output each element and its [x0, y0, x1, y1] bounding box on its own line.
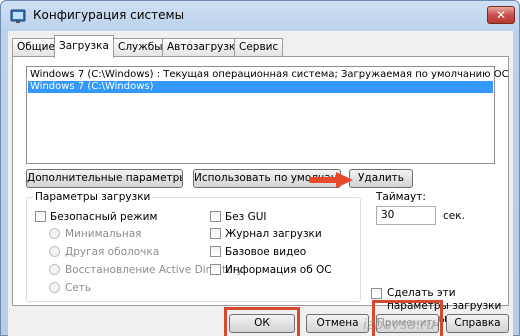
delete-button[interactable]: Удалить [349, 169, 413, 188]
watermark-text: izbavsa.ru [363, 317, 435, 333]
msconfig-app-icon [10, 9, 26, 23]
base-video-label: Базовое видео [225, 246, 307, 258]
tab-services[interactable]: Службы [113, 38, 168, 56]
base-video-option[interactable]: Базовое видео [210, 246, 306, 259]
safe-mode-label: Безопасный режим [50, 211, 158, 223]
advanced-options-button[interactable]: Дополнительные параметры... [26, 169, 183, 188]
base-video-checkbox[interactable] [210, 246, 221, 257]
boot-log-label: Журнал загрузки [225, 228, 322, 240]
close-button[interactable]: ✕ [487, 6, 515, 24]
os-boot-info-checkbox[interactable] [210, 264, 221, 275]
timeout-unit-label: сек. [443, 210, 465, 222]
network-label: Сеть [65, 282, 92, 294]
tab-general[interactable]: Общие [12, 38, 60, 56]
ok-highlight-frame [224, 307, 300, 336]
network-option[interactable]: Сеть [49, 282, 91, 295]
dialog-client-area: Общие Загрузка Службы Автозагрузка Серви… [8, 31, 513, 336]
no-gui-label: Без GUI [225, 211, 267, 223]
safe-mode-option[interactable]: Безопасный режим [35, 211, 157, 224]
network-radio[interactable] [49, 282, 60, 293]
system-configuration-window: Конфигурация системы ✕ Общие Загрузка Сл… [0, 0, 520, 336]
tab-boot[interactable]: Загрузка [54, 35, 114, 58]
minimal-label: Минимальная [65, 228, 142, 240]
make-permanent-checkbox[interactable] [371, 288, 382, 299]
cancel-button[interactable]: Отмена [306, 314, 369, 333]
boot-log-checkbox[interactable] [210, 228, 221, 239]
timeout-label: Таймаут: [376, 191, 426, 203]
alternate-shell-label: Другая оболочка [65, 246, 160, 258]
alternate-shell-radio[interactable] [49, 246, 60, 257]
os-list-item-selected[interactable]: Windows 7 (C:\Windows) [28, 81, 493, 93]
ad-repair-radio[interactable] [49, 264, 60, 275]
boot-log-option[interactable]: Журнал загрузки [210, 228, 322, 241]
pointer-arrow-icon [309, 172, 353, 188]
close-icon: ✕ [495, 8, 507, 22]
boot-tab-panel: Windows 7 (C:\Windows) : Текущая операци… [12, 56, 509, 325]
minimal-option[interactable]: Минимальная [49, 228, 141, 241]
boot-options-caption: Параметры загрузки [33, 191, 153, 203]
safe-mode-checkbox[interactable] [35, 211, 46, 222]
timeout-input[interactable]: 30 [376, 206, 436, 225]
os-list-item-current[interactable]: Windows 7 (C:\Windows) : Текущая операци… [28, 69, 509, 81]
window-title: Конфигурация системы [33, 8, 185, 22]
no-gui-checkbox[interactable] [210, 211, 221, 222]
os-boot-info-label: Информация об ОС [225, 264, 332, 276]
os-boot-info-option[interactable]: Информация об ОС [210, 264, 332, 277]
tab-tools[interactable]: Сервис [234, 38, 284, 56]
boot-options-group: Параметры загрузки Безопасный режим Мини… [26, 191, 361, 302]
alternate-shell-option[interactable]: Другая оболочка [49, 246, 159, 259]
minimal-radio[interactable] [49, 228, 60, 239]
no-gui-option[interactable]: Без GUI [210, 211, 267, 224]
os-listbox[interactable]: Windows 7 (C:\Windows) : Текущая операци… [26, 66, 509, 164]
title-bar[interactable]: Конфигурация системы ✕ [1, 1, 519, 29]
help-button[interactable]: Справка [446, 314, 509, 333]
